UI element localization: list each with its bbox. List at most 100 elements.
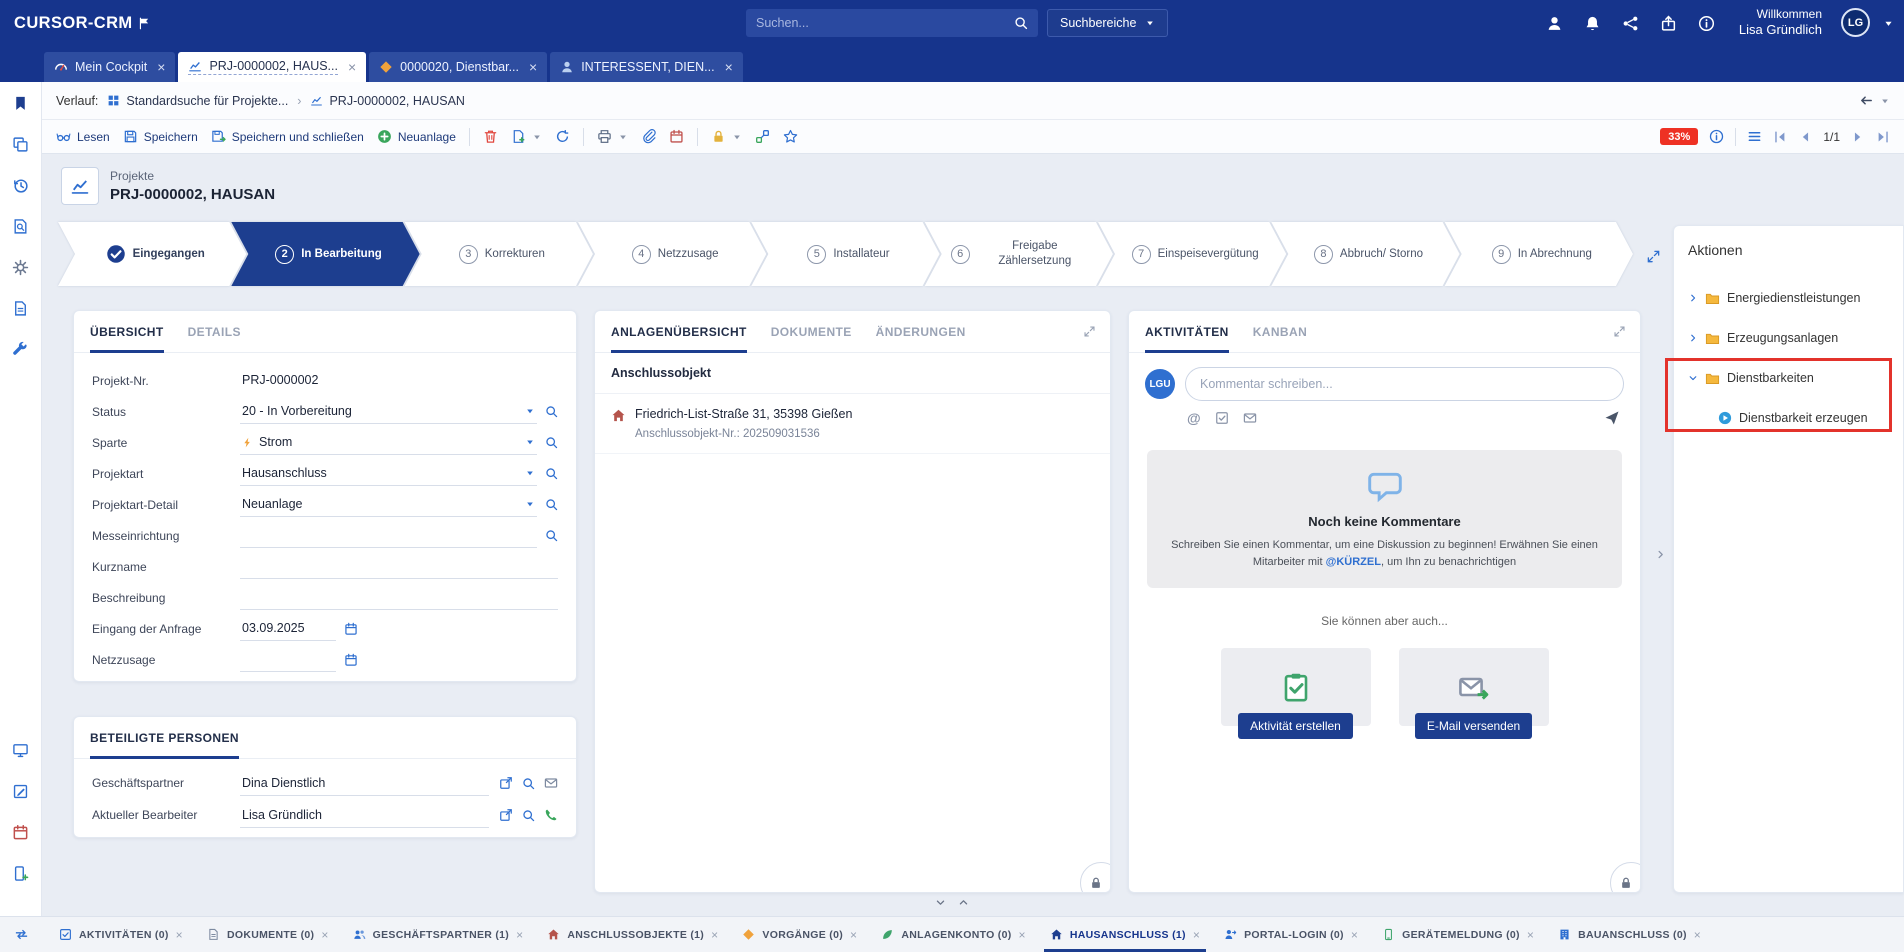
breadcrumb-item-search[interactable]: Standardsuche für Projekte... [107,94,288,108]
panel-expand-icon[interactable] [1613,325,1626,338]
quick-action-button[interactable]: E-Mail versenden [1415,713,1532,739]
caret-down-icon[interactable] [1880,96,1890,106]
calendar-picker-icon[interactable] [344,653,358,667]
window-tab[interactable]: 0000020, Dienstbar... × [369,52,547,82]
process-step[interactable]: 9 In Abrechnung [1445,222,1633,286]
panel-tab[interactable]: DOKUMENTE [771,311,852,352]
panel-tab[interactable]: KANBAN [1253,311,1307,352]
field-input[interactable]: Dina Dienstlich [240,771,489,796]
print-button[interactable] [597,129,628,144]
close-icon[interactable]: × [1351,928,1358,942]
search-icon[interactable] [1014,16,1028,30]
close-tab-icon[interactable]: × [529,60,537,74]
copy-windows-icon[interactable] [12,136,29,153]
save-button[interactable]: Speichern [123,129,198,144]
breadcrumb-item-record[interactable]: PRJ-0000002, HAUSAN [310,94,464,108]
action-folder[interactable]: Energiedienstleistungen [1688,278,1889,318]
footer-tab[interactable]: DOKUMENTE (0) × [207,917,329,952]
action-item-dienstbarkeit-erzeugen[interactable]: Dienstbarkeit erzeugen [1688,398,1889,438]
dropdown-caret-icon[interactable] [525,437,535,447]
close-tab-icon[interactable]: × [725,60,733,74]
chevron-up-icon[interactable] [958,897,969,908]
dropdown-caret-icon[interactable] [525,406,535,416]
nav-prev-icon[interactable] [1798,130,1812,144]
flow-expand-icon[interactable] [1646,249,1661,264]
send-icon[interactable] [1604,410,1620,426]
action-folder[interactable]: Erzeugungsanlagen [1688,318,1889,358]
panel-tab[interactable]: ANLAGENÜBERSICHT [611,311,747,352]
chevron-down-icon[interactable] [935,897,946,908]
quick-action-button[interactable]: Aktivität erstellen [1238,713,1353,739]
process-step[interactable]: 4 Netzzusage [578,222,766,286]
process-step[interactable]: 6 Freigabe Zählersetzung [925,222,1113,286]
share-icon[interactable] [1622,15,1639,32]
panel-tab[interactable]: ÄNDERUNGEN [876,311,966,352]
lookup-search-icon[interactable] [522,777,535,790]
mail-icon[interactable] [1243,411,1257,425]
panel-tab[interactable]: ÜBERSICHT [90,311,164,352]
panel-tab[interactable]: DETAILS [188,311,241,352]
process-step[interactable]: 8 Abbruch/ Storno [1271,222,1459,286]
close-icon[interactable]: × [1527,928,1534,942]
process-step[interactable]: 3 Korrekturen [405,222,593,286]
arrow-left-icon[interactable] [1859,93,1874,108]
footer-tab[interactable]: BAUANSCHLUSS (0) × [1558,917,1701,952]
open-record-icon[interactable] [499,776,513,790]
info-icon[interactable] [1709,129,1724,144]
user-menu-caret-icon[interactable] [1883,18,1894,29]
lookup-search-icon[interactable] [522,809,535,822]
mention-at-icon[interactable]: @ [1187,411,1201,425]
menu-icon[interactable] [1747,129,1762,144]
chevron-right-icon[interactable] [1688,333,1698,343]
nav-first-icon[interactable] [1773,130,1787,144]
footer-tab[interactable]: VORGÄNGE (0) × [742,917,857,952]
close-icon[interactable]: × [176,928,183,942]
field-input[interactable] [240,585,558,610]
field-input[interactable] [240,523,537,548]
field-input[interactable] [240,554,558,579]
save-close-button[interactable]: Speichern und schließen [211,129,364,144]
footer-tab[interactable]: AKTIVITÄTEN (0) × [59,917,183,952]
field-input[interactable]: Hausanschluss [240,461,537,486]
process-step[interactable]: Eingegangen [58,222,246,286]
lookup-search-icon[interactable] [545,467,558,480]
close-tab-icon[interactable]: × [348,60,356,74]
window-tab[interactable]: Mein Cockpit × [44,52,175,82]
search-scope-button[interactable]: Suchbereiche [1047,9,1168,37]
new-record-button[interactable]: Neuanlage [377,129,456,144]
contact-icon[interactable] [544,776,558,790]
close-icon[interactable]: × [1193,928,1200,942]
chevron-right-icon[interactable] [1688,293,1698,303]
dropdown-caret-icon[interactable] [525,468,535,478]
note-edit-icon[interactable] [12,783,29,800]
lookup-search-icon[interactable] [545,436,558,449]
footer-tab[interactable]: ANLAGENKONTO (0) × [881,917,1026,952]
close-icon[interactable]: × [711,928,718,942]
open-record-icon[interactable] [499,808,513,822]
window-tab[interactable]: INTERESSENT, DIEN... × [550,52,743,82]
history-icon[interactable] [12,177,29,194]
lookup-search-icon[interactable] [545,405,558,418]
process-step[interactable]: 2 In Bearbeitung [231,222,419,286]
lock-button[interactable] [711,129,742,144]
caret-down-icon[interactable] [732,132,742,142]
footer-tab[interactable]: GESCHÄFTSPARTNER (1) × [353,917,524,952]
paperclip-icon[interactable] [641,129,656,144]
search-input[interactable] [756,16,1006,30]
calendar-icon[interactable] [12,824,29,841]
field-input[interactable]: Neuanlage [240,492,537,517]
info-icon[interactable] [1698,15,1715,32]
relations-link-icon[interactable] [755,129,770,144]
calendar-icon[interactable] [669,129,684,144]
new-from-template-button[interactable] [511,129,542,144]
gear-icon[interactable] [12,259,29,276]
nav-next-icon[interactable] [1851,130,1865,144]
panel-tab[interactable]: AKTIVITÄTEN [1145,311,1229,352]
footer-tab[interactable]: HAUSANSCHLUSS (1) × [1050,917,1200,952]
close-icon[interactable]: × [321,928,328,942]
window-tab[interactable]: PRJ-0000002, HAUS... × [178,52,366,82]
footer-tab[interactable]: PORTAL-LOGIN (0) × [1224,917,1358,952]
lookup-search-icon[interactable] [545,498,558,511]
panel-tab[interactable]: BETEILIGTE PERSONEN [90,717,239,758]
dropdown-caret-icon[interactable] [525,499,535,509]
